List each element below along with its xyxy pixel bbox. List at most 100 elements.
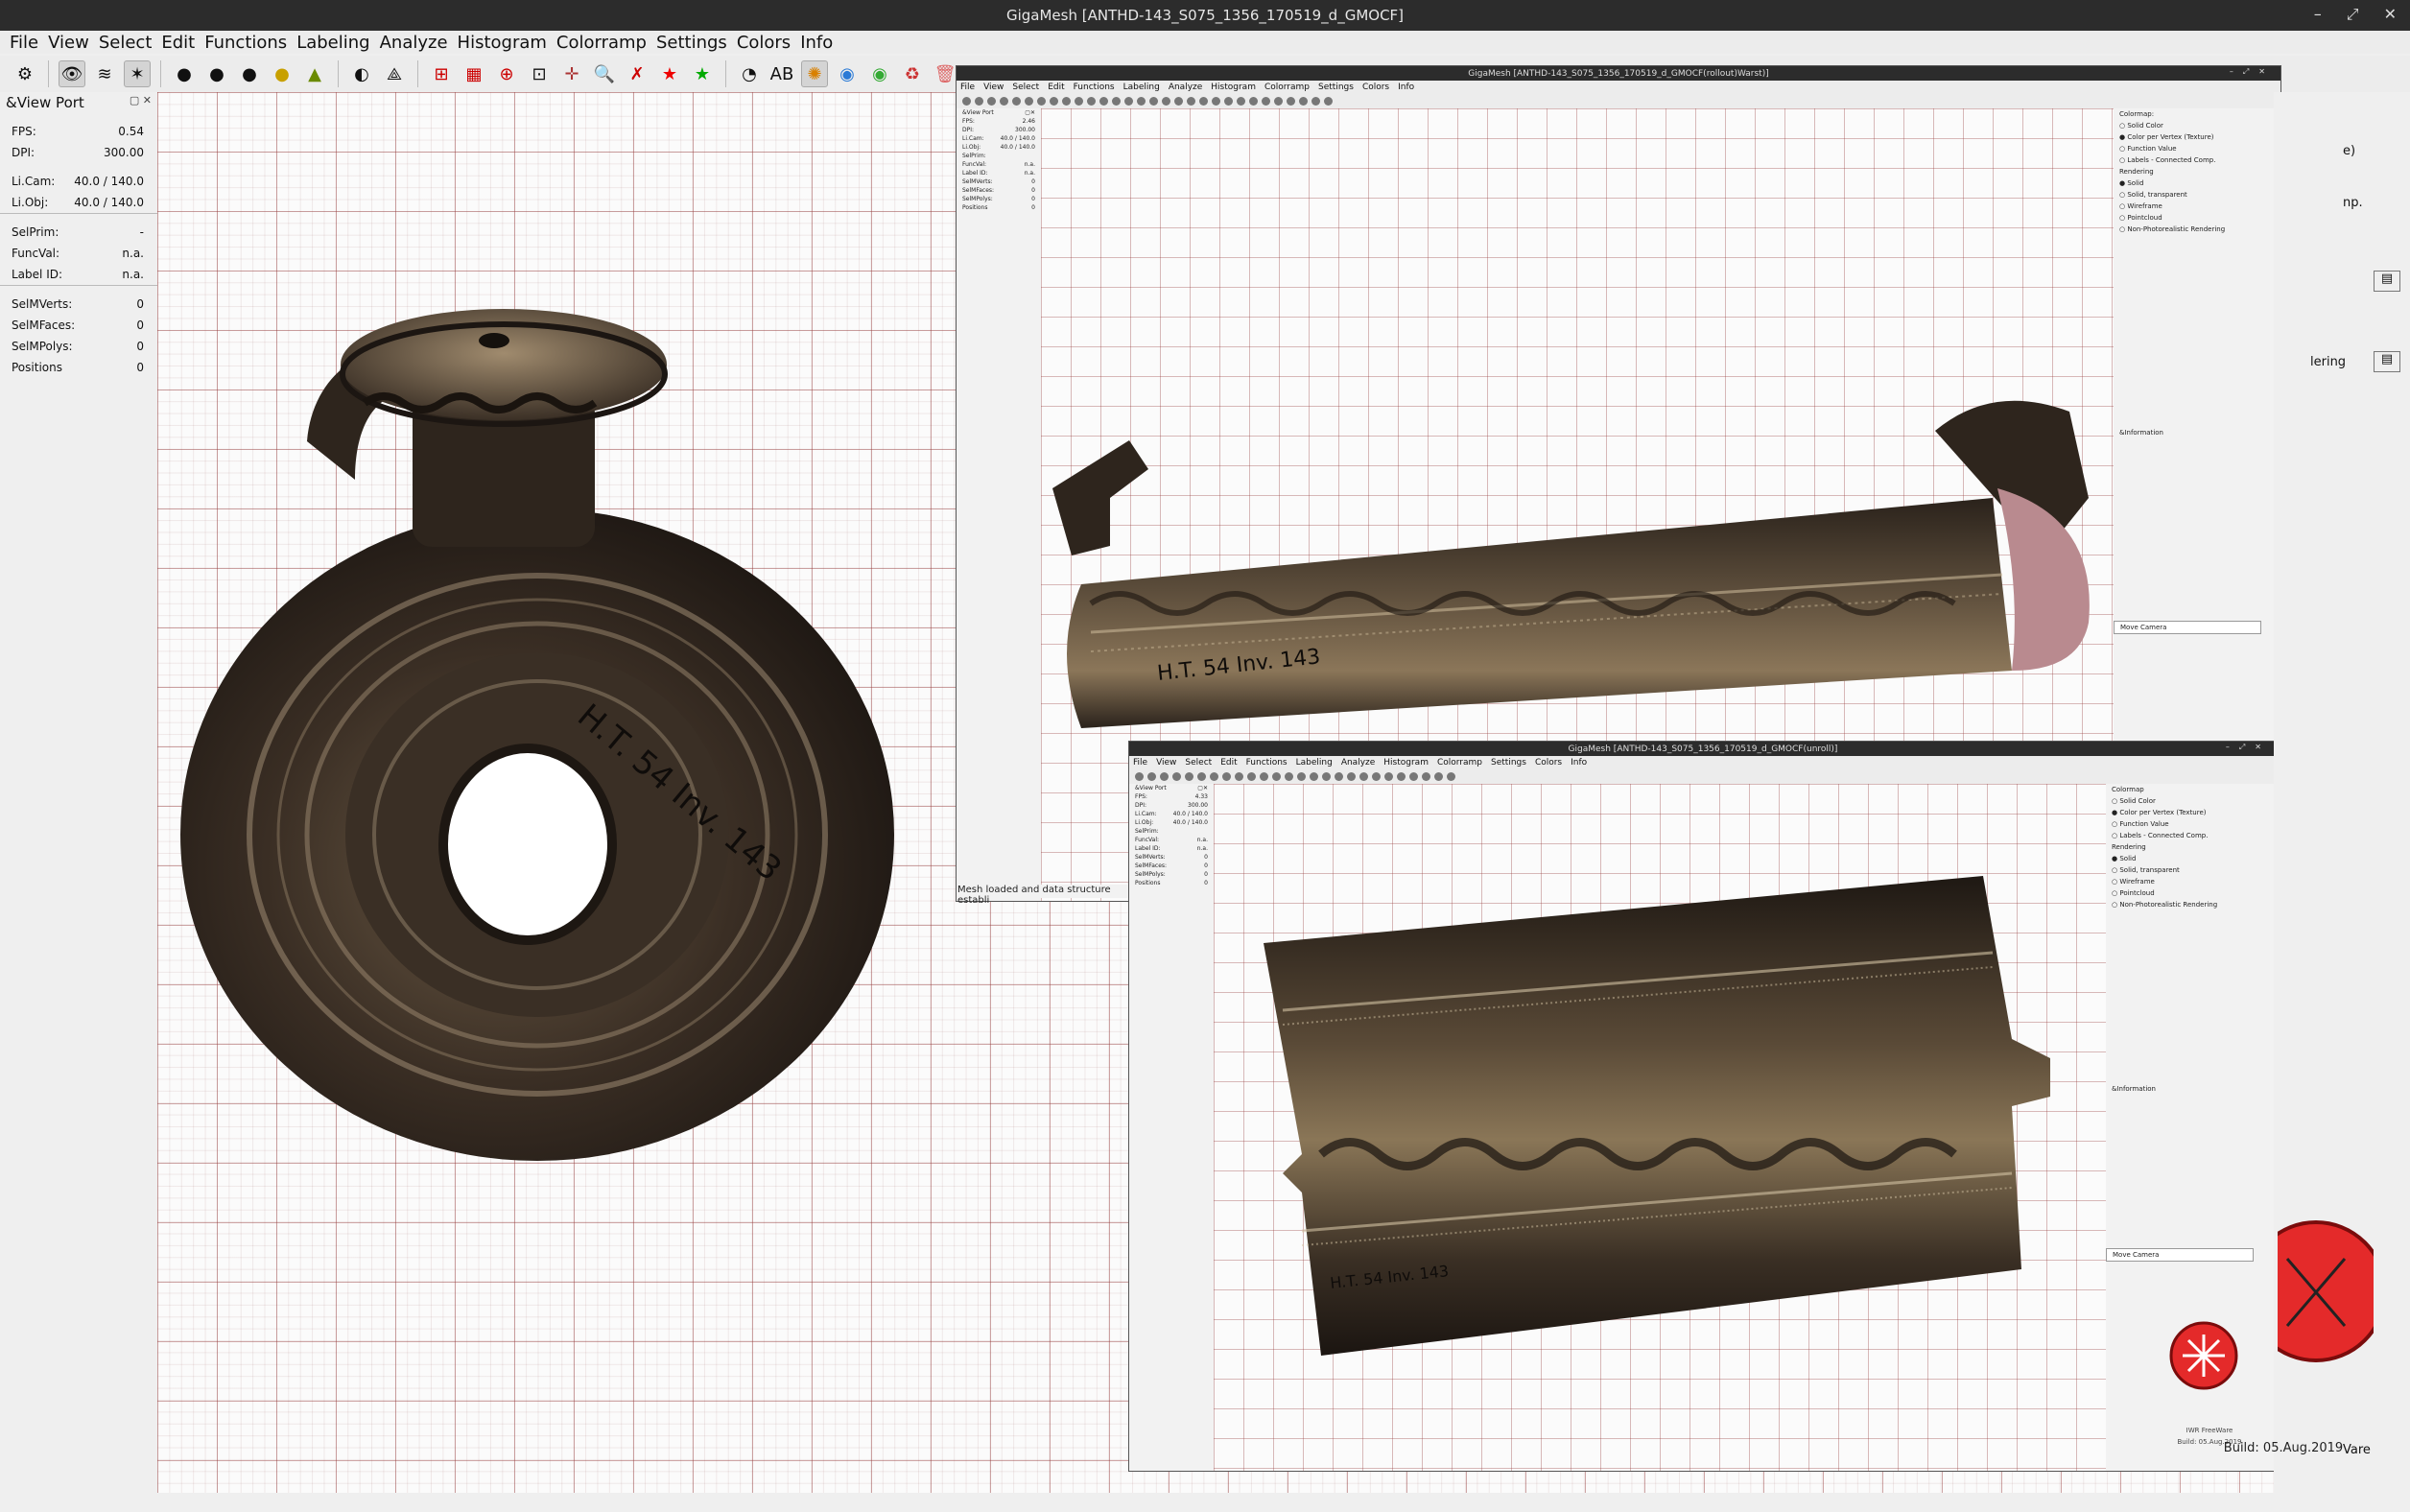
menu-file[interactable]: File bbox=[10, 33, 38, 53]
tool-icon[interactable] bbox=[1384, 772, 1393, 781]
ring-vessel-mesh[interactable]: H.T. 54 Inv. 143 bbox=[173, 297, 921, 1161]
tool-icon[interactable] bbox=[1247, 772, 1256, 781]
crosshair-icon[interactable]: ✛ bbox=[558, 60, 585, 87]
tool-icon[interactable] bbox=[987, 97, 996, 106]
menu-colors[interactable]: Colors bbox=[737, 33, 791, 53]
menu-settings[interactable]: Settings bbox=[1491, 758, 1526, 768]
sphere-light-icon[interactable]: ● bbox=[236, 60, 263, 87]
unroll-window-controls[interactable]: –⤢✕ bbox=[2226, 743, 2271, 752]
unrolled-surface-mesh[interactable]: H.T. 54 Inv. 143 bbox=[1264, 866, 2069, 1365]
tool-icon[interactable] bbox=[1272, 772, 1281, 781]
tool-icon[interactable] bbox=[1050, 97, 1058, 106]
menu-select[interactable]: Select bbox=[1185, 758, 1212, 768]
tool-icon[interactable] bbox=[1137, 97, 1146, 106]
radio-wireframe[interactable]: ○ Wireframe bbox=[2114, 201, 2277, 212]
sphere-color-icon[interactable]: ● bbox=[269, 60, 295, 87]
menu-colorramp[interactable]: Colorramp bbox=[556, 33, 647, 53]
radio-pointcloud[interactable]: ○ Pointcloud bbox=[2114, 212, 2277, 224]
tool-icon[interactable] bbox=[1262, 97, 1270, 106]
tool-icon[interactable] bbox=[1075, 97, 1083, 106]
menu-settings[interactable]: Settings bbox=[656, 33, 727, 53]
menu-analyze[interactable]: Analyze bbox=[1169, 83, 1202, 92]
tool-icon[interactable] bbox=[975, 97, 983, 106]
tool-icon[interactable] bbox=[1324, 97, 1333, 106]
menu-functions[interactable]: Functions bbox=[1246, 758, 1288, 768]
menu-select[interactable]: Select bbox=[1012, 83, 1039, 92]
menu-functions[interactable]: Functions bbox=[1074, 83, 1115, 92]
menu-view[interactable]: View bbox=[1156, 758, 1176, 768]
tool-icon[interactable] bbox=[1037, 97, 1046, 106]
tool-icon[interactable] bbox=[1409, 772, 1418, 781]
grid-center-icon[interactable]: ⊞ bbox=[428, 60, 455, 87]
radio-npr[interactable]: ○ Non-Photorealistic Rendering bbox=[2106, 899, 2269, 910]
radio-solid[interactable]: ● Solid bbox=[2106, 853, 2269, 864]
terrain-icon[interactable]: ▲ bbox=[301, 60, 328, 87]
tool-icon[interactable] bbox=[1434, 772, 1443, 781]
tool-icon[interactable] bbox=[1160, 772, 1169, 781]
settings-gear-icon[interactable]: ⚙ bbox=[12, 60, 38, 87]
menu-info[interactable]: Info bbox=[1571, 758, 1587, 768]
tool-icon[interactable] bbox=[1310, 772, 1318, 781]
menu-select[interactable]: Select bbox=[99, 33, 153, 53]
menu-colors[interactable]: Colors bbox=[1535, 758, 1562, 768]
tool-icon[interactable] bbox=[1249, 97, 1258, 106]
menu-file[interactable]: File bbox=[1133, 758, 1147, 768]
radio-solid-color[interactable]: ○ Solid Color bbox=[2114, 120, 2277, 131]
light-icon[interactable]: ✺ bbox=[801, 60, 828, 87]
tool-icon[interactable] bbox=[1025, 97, 1033, 106]
projection-icon[interactable]: ⟁ bbox=[381, 60, 408, 87]
grid-polar-icon[interactable]: ⊕ bbox=[493, 60, 520, 87]
menu-view[interactable]: View bbox=[983, 83, 1004, 92]
mouse-mode-select[interactable]: Move Camera bbox=[2114, 621, 2261, 634]
tool-icon[interactable] bbox=[1172, 772, 1181, 781]
tool-icon[interactable] bbox=[1162, 97, 1170, 106]
menu-colors[interactable]: Colors bbox=[1362, 83, 1389, 92]
radio-solid-transparent[interactable]: ○ Solid, transparent bbox=[2114, 189, 2277, 201]
sphere-green-icon[interactable]: ◉ bbox=[866, 60, 893, 87]
tool-icon[interactable] bbox=[1187, 97, 1195, 106]
menu-edit[interactable]: Edit bbox=[1220, 758, 1237, 768]
show-vertices-icon[interactable]: 👁 bbox=[59, 60, 85, 87]
dock-float-close-icon[interactable]: ▢ ✕ bbox=[130, 94, 152, 111]
menu-histogram[interactable]: Histogram bbox=[458, 33, 547, 53]
tool-icon[interactable] bbox=[1347, 772, 1356, 781]
tool-icon[interactable] bbox=[1087, 97, 1096, 106]
tool-icon[interactable] bbox=[1285, 772, 1293, 781]
tool-icon[interactable] bbox=[1287, 97, 1295, 106]
tool-icon[interactable] bbox=[1297, 772, 1306, 781]
star-green-icon[interactable]: ★ bbox=[689, 60, 716, 87]
tool-icon[interactable] bbox=[1062, 97, 1071, 106]
radio-pointcloud[interactable]: ○ Pointcloud bbox=[2106, 887, 2269, 899]
radio-labels[interactable]: ○ Labels - Connected Comp. bbox=[2106, 830, 2269, 841]
sphere-solid-icon[interactable]: ● bbox=[171, 60, 198, 87]
maximize-icon[interactable]: ⤢ bbox=[2347, 5, 2359, 24]
tool-icon[interactable] bbox=[1135, 772, 1144, 781]
recycle-icon[interactable]: ♻ bbox=[899, 60, 926, 87]
menu-view[interactable]: View bbox=[48, 33, 89, 53]
tool-icon[interactable] bbox=[1299, 97, 1308, 106]
tool-icon[interactable] bbox=[1222, 772, 1231, 781]
menu-edit[interactable]: Edit bbox=[161, 33, 195, 53]
tool-icon[interactable] bbox=[1274, 97, 1283, 106]
menu-histogram[interactable]: Histogram bbox=[1383, 758, 1429, 768]
radio-color-per-vertex[interactable]: ● Color per Vertex (Texture) bbox=[2114, 131, 2277, 143]
menu-colorramp[interactable]: Colorramp bbox=[1437, 758, 1482, 768]
menu-colorramp[interactable]: Colorramp bbox=[1264, 83, 1310, 92]
tool-icon[interactable] bbox=[1397, 772, 1406, 781]
tool-icon[interactable] bbox=[1212, 97, 1220, 106]
tool-icon[interactable] bbox=[962, 97, 971, 106]
magnify-icon[interactable]: 🔍 bbox=[591, 60, 618, 87]
menu-functions[interactable]: Functions bbox=[204, 33, 287, 53]
grid-icon[interactable]: ▦ bbox=[461, 60, 487, 87]
trash-icon[interactable]: 🗑 bbox=[932, 60, 958, 87]
menu-labeling[interactable]: Labeling bbox=[1123, 83, 1160, 92]
tool-icon[interactable] bbox=[1422, 772, 1430, 781]
show-edges-icon[interactable]: ✶ bbox=[124, 60, 151, 87]
tool-icon[interactable] bbox=[1260, 772, 1268, 781]
menu-info[interactable]: Info bbox=[1398, 83, 1414, 92]
tool-icon[interactable] bbox=[1147, 772, 1156, 781]
tool-icon[interactable] bbox=[1185, 772, 1193, 781]
menu-labeling[interactable]: Labeling bbox=[296, 33, 369, 53]
radio-solid[interactable]: ● Solid bbox=[2114, 177, 2277, 189]
tool-icon[interactable] bbox=[1174, 97, 1183, 106]
